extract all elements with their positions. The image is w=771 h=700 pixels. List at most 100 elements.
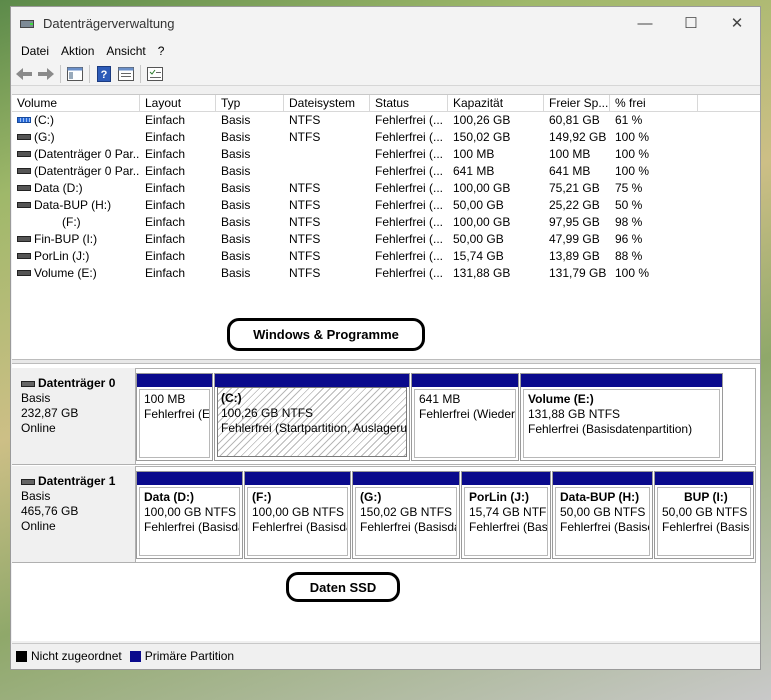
column-volume[interactable]: Volume — [12, 95, 140, 111]
partition-c[interactable]: (C:) 100,26 GB NTFS Fehlerfrei (Startpar… — [214, 373, 410, 461]
partition-j[interactable]: PorLin (J:) 15,74 GB NTFS Fehlerfrei (Ba… — [461, 471, 551, 559]
forward-arrow-icon[interactable] — [35, 64, 57, 84]
volume-icon — [17, 201, 31, 208]
cell-freier-speicher: 13,89 GB — [549, 249, 600, 263]
volume-row[interactable]: Data (D:) Einfach Basis NTFS Fehlerfrei (...… — [12, 180, 760, 197]
volume-row[interactable]: (G:) Einfach Basis NTFS Fehlerfrei (... 150,0… — [12, 129, 760, 146]
console-tree-icon[interactable] — [64, 64, 86, 84]
cell-dateisystem: NTFS — [289, 215, 321, 229]
system-volume-icon — [17, 116, 31, 123]
cell-kapazitaet: 150,02 GB — [453, 130, 511, 144]
disk-management-window: Datenträgerverwaltung — ☐ ✕ Datei Aktion… — [10, 6, 761, 670]
cell-kapazitaet: 50,00 GB — [453, 198, 504, 212]
disk-0-row: Datenträger 0 Basis 232,87 GB Online 100… — [12, 368, 760, 465]
cell-volume: Fin-BUP (I:) — [12, 231, 140, 248]
cell-prozent-frei: 100 % — [615, 266, 650, 280]
cell-freier-speicher: 47,99 GB — [549, 232, 600, 246]
column-empty — [698, 95, 760, 111]
volume-row[interactable]: (Datenträger 0 Par... Einfach Basis Fehlerf… — [12, 146, 760, 163]
volume-icon — [17, 184, 31, 191]
volume-icon — [17, 150, 31, 157]
column-freier-speicher[interactable]: Freier Sp... — [544, 95, 610, 111]
partition-d[interactable]: Data (D:) 100,00 GB NTFS Fehlerfrei (Bas… — [136, 471, 243, 559]
legend-primary: Primäre Partition — [129, 649, 234, 663]
cell-layout: Einfach — [145, 164, 186, 178]
volume-row[interactable]: Fin-BUP (I:) Einfach Basis NTFS Fehlerfrei (… — [12, 231, 760, 248]
disk-1-partitions: Data (D:) 100,00 GB NTFS Fehlerfrei (Bas… — [136, 466, 756, 563]
volume-icon — [17, 167, 31, 174]
volume-row[interactable]: (F:) Einfach Basis NTFS Fehlerfrei (... 100,0… — [12, 214, 760, 231]
cell-dateisystem: NTFS — [289, 249, 321, 263]
cell-prozent-frei: 50 % — [615, 198, 643, 212]
close-button[interactable]: ✕ — [714, 7, 760, 39]
partition-g[interactable]: (G:) 150,02 GB NTFS Fehlerfrei (Basisda — [352, 471, 460, 559]
partition-f[interactable]: (F:) 100,00 GB NTFS Fehlerfrei (Basisda — [244, 471, 351, 559]
cell-dateisystem: NTFS — [289, 130, 321, 144]
cell-dateisystem: NTFS — [289, 266, 321, 280]
disk-icon — [21, 380, 35, 387]
volume-row[interactable]: (Datenträger 0 Par... Einfach Basis Fehlerf… — [12, 163, 760, 180]
column-dateisystem[interactable]: Dateisystem — [284, 95, 370, 111]
column-typ[interactable]: Typ — [216, 95, 284, 111]
cell-typ: Basis — [221, 113, 251, 127]
help-icon[interactable]: ? — [93, 64, 115, 84]
cell-typ: Basis — [221, 249, 251, 263]
minimize-button[interactable]: — — [622, 7, 668, 39]
cell-layout: Einfach — [145, 130, 186, 144]
volume-icon — [17, 252, 31, 259]
partition-i[interactable]: BUP (I:) 50,00 GB NTFS Fehlerfrei (Basis… — [654, 471, 754, 559]
menu-datei[interactable]: Datei — [15, 44, 55, 58]
partition-efi[interactable]: 100 MB Fehlerfrei (E — [136, 373, 213, 461]
cell-volume: (Datenträger 0 Par... — [12, 163, 140, 180]
cell-prozent-frei: 100 % — [615, 164, 650, 178]
properties-icon[interactable] — [115, 64, 137, 84]
cell-status: Fehlerfrei (... — [375, 130, 444, 144]
checklist-icon[interactable] — [144, 64, 166, 84]
menu-aktion[interactable]: Aktion — [55, 44, 100, 58]
cell-prozent-frei: 61 % — [615, 113, 643, 127]
partition-e[interactable]: Volume (E:) 131,88 GB NTFS Fehlerfrei (B… — [520, 373, 723, 461]
annotation-daten-ssd: Daten SSD — [286, 572, 400, 602]
cell-kapazitaet: 641 MB — [453, 164, 495, 178]
volume-row[interactable]: Data-BUP (H:) Einfach Basis NTFS Fehlerfrei … — [12, 197, 760, 214]
cell-freier-speicher: 97,95 GB — [549, 215, 600, 229]
column-prozent-frei[interactable]: % frei — [610, 95, 698, 111]
partition-recovery[interactable]: 641 MB Fehlerfrei (Wieder — [411, 373, 519, 461]
cell-dateisystem — [284, 163, 370, 180]
menu-help[interactable]: ? — [152, 44, 171, 58]
cell-volume: Data-BUP (H:) — [12, 197, 140, 214]
cell-typ: Basis — [221, 164, 251, 178]
menu-ansicht[interactable]: Ansicht — [100, 44, 151, 58]
cell-typ: Basis — [221, 266, 251, 280]
cell-layout: Einfach — [145, 147, 186, 161]
cell-kapazitaet: 100,00 GB — [453, 181, 511, 195]
partition-h[interactable]: Data-BUP (H:) 50,00 GB NTFS Fehlerfrei (… — [552, 471, 653, 559]
disk-1-name: Datenträger 1 — [21, 474, 135, 489]
cell-kapazitaet: 100,00 GB — [453, 215, 511, 229]
column-status[interactable]: Status — [370, 95, 448, 111]
title-bar[interactable]: Datenträgerverwaltung — ☐ ✕ — [11, 7, 760, 40]
column-layout[interactable]: Layout — [140, 95, 216, 111]
cell-volume: (Datenträger 0 Par... — [12, 146, 140, 163]
volume-row[interactable]: (C:) Einfach Basis NTFS Fehlerfrei (... 100,2… — [12, 112, 760, 129]
cell-status: Fehlerfrei (... — [375, 249, 444, 263]
disk-1-row: Datenträger 1 Basis 465,76 GB Online Dat… — [12, 466, 760, 563]
cell-typ: Basis — [221, 181, 251, 195]
cell-volume: Data (D:) — [12, 180, 140, 197]
disk-graphic-view: Datenträger 0 Basis 232,87 GB Online 100… — [12, 364, 760, 641]
volume-row[interactable]: Volume (E:) Einfach Basis NTFS Fehlerfrei (.… — [12, 265, 760, 282]
column-kapazitaet[interactable]: Kapazität — [448, 95, 544, 111]
volume-row[interactable]: PorLin (J:) Einfach Basis NTFS Fehlerfrei (.… — [12, 248, 760, 265]
disk-0-label[interactable]: Datenträger 0 Basis 232,87 GB Online — [12, 368, 136, 465]
legend-swatch-primary — [129, 650, 141, 662]
window-title: Datenträgerverwaltung — [43, 16, 175, 31]
annotation-top-text: Windows & Programme — [253, 327, 399, 342]
maximize-button[interactable]: ☐ — [668, 7, 714, 39]
back-arrow-icon[interactable] — [13, 64, 35, 84]
disk-1-label[interactable]: Datenträger 1 Basis 465,76 GB Online — [12, 466, 136, 563]
disk-0-status: Online — [21, 421, 56, 435]
cell-status: Fehlerfrei (... — [375, 164, 444, 178]
volume-list-header: Volume Layout Typ Dateisystem Status Kap… — [12, 95, 760, 112]
toolbar: ? — [11, 62, 760, 86]
cell-dateisystem: NTFS — [289, 113, 321, 127]
